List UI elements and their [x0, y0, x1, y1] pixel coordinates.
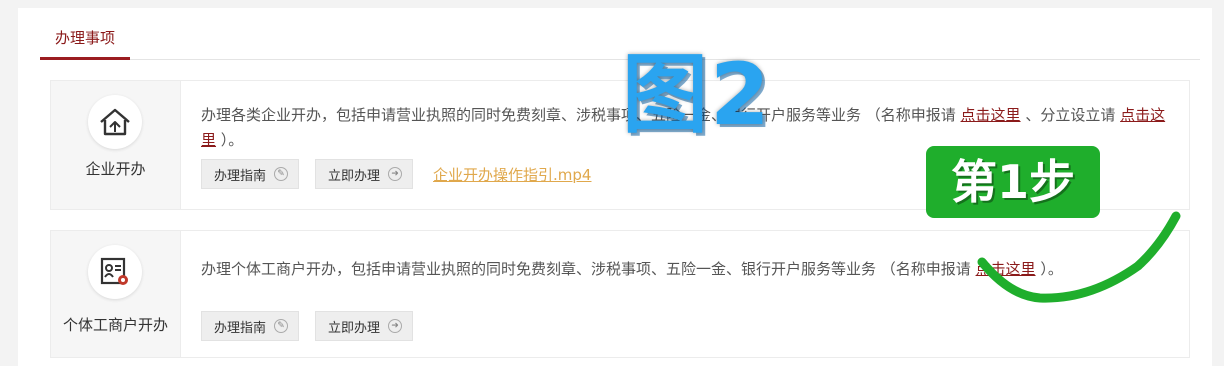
service-title: 企业开办 — [85, 160, 146, 178]
apply-button-label: 立即办理 — [328, 168, 381, 184]
guide-button[interactable]: 办理指南 ✎ — [201, 159, 300, 189]
description-text: 、分立设立请 — [1020, 106, 1121, 124]
pencil-circle-icon: ✎ — [274, 167, 289, 181]
house-building-icon — [88, 95, 142, 149]
tab-services[interactable]: 办理事项 — [40, 8, 130, 60]
video-guide-link[interactable]: 企业开办操作指引.mp4 — [433, 164, 591, 185]
figure-label-overlay: 图2 — [622, 45, 772, 145]
name-declaration-link[interactable]: 点击这里 — [961, 106, 1021, 124]
service-title: 个体工商户开办 — [62, 316, 168, 334]
description-text: 办理个体工商户开办，包括申请营业执照的同时免费刻章、涉税事项、五险一金、银行开户… — [201, 260, 976, 278]
check-mark-annotation — [977, 211, 1181, 303]
service-side: 企业开办 — [51, 81, 181, 209]
description-text: 办理各类企业开办，包括申请营业执照的同时免费刻章、涉税事项、五险一金、银行开户服… — [201, 106, 961, 124]
tab-bar: 办理事项 — [40, 8, 1200, 60]
arrow-right-circle-icon: ➜ — [388, 319, 403, 333]
guide-button-label: 办理指南 — [214, 320, 267, 336]
description-text: ）。 — [216, 131, 244, 149]
service-actions: 办理指南 ✎ 立即办理 ➜ 企业开办操作指引.mp4 — [201, 159, 591, 189]
license-gear-icon — [88, 245, 142, 299]
arrow-right-circle-icon: ➜ — [388, 167, 403, 181]
service-actions: 办理指南 ✎ 立即办理 ➜ — [201, 311, 429, 341]
guide-button-label: 办理指南 — [214, 168, 267, 184]
apply-button[interactable]: 立即办理 ➜ — [315, 159, 414, 189]
service-side: 个体工商户开办 — [51, 231, 181, 357]
apply-button[interactable]: 立即办理 ➜ — [315, 311, 414, 341]
guide-button[interactable]: 办理指南 ✎ — [201, 311, 300, 341]
apply-button-label: 立即办理 — [328, 320, 381, 336]
pencil-circle-icon: ✎ — [274, 319, 289, 333]
